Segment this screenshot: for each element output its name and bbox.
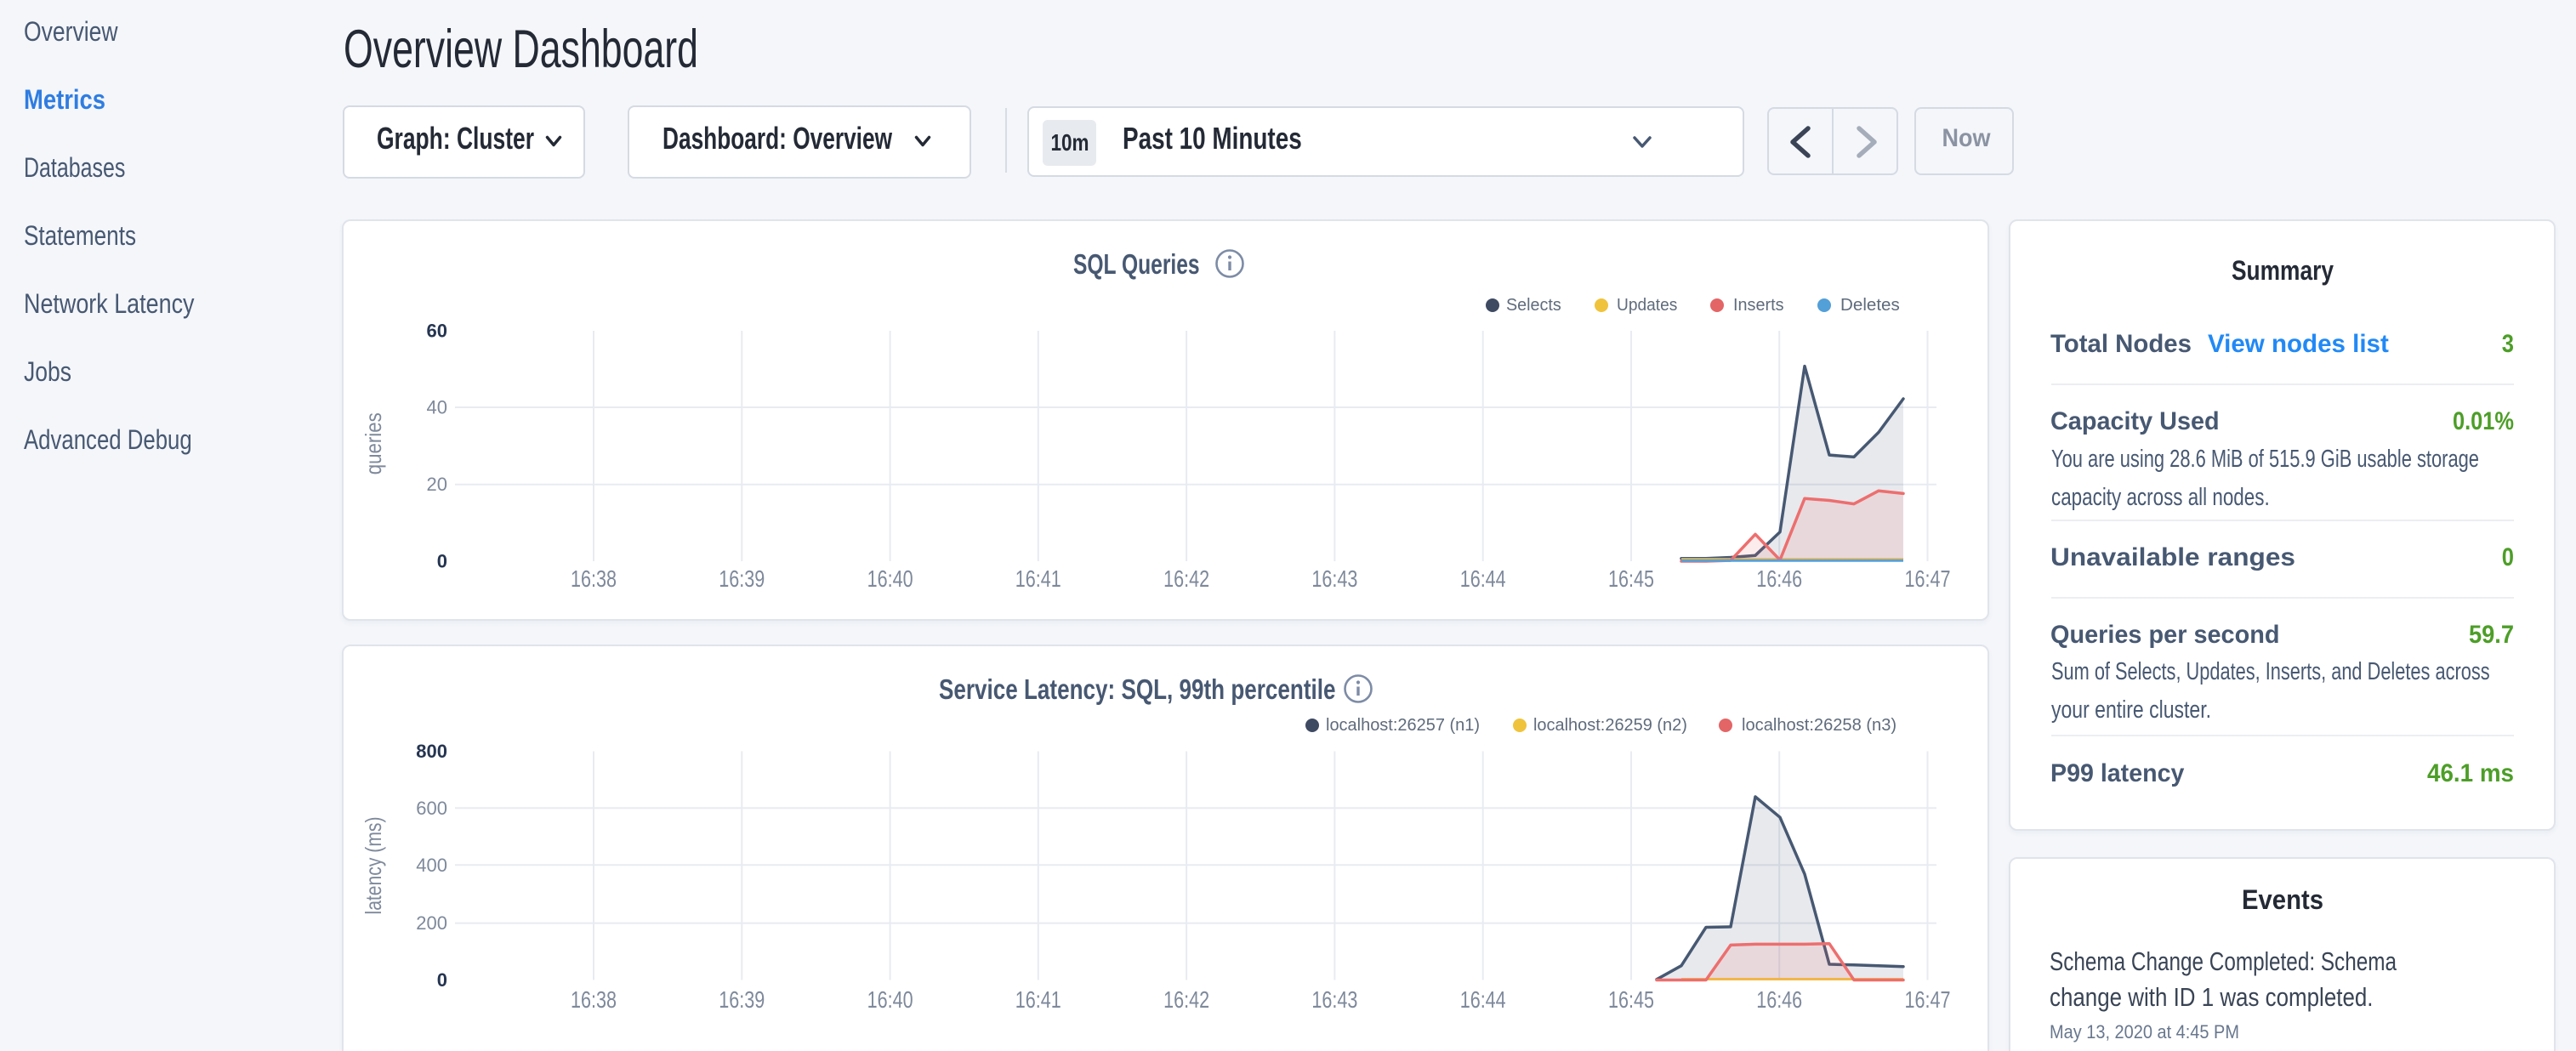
svg-text:16:46: 16:46 (1756, 986, 1802, 1013)
svg-text:16:40: 16:40 (867, 986, 913, 1013)
svg-text:16:39: 16:39 (719, 565, 765, 592)
svg-text:40: 40 (427, 397, 447, 418)
svg-text:16:43: 16:43 (1311, 986, 1357, 1013)
svg-text:16:39: 16:39 (719, 986, 765, 1013)
svg-text:16:47: 16:47 (1905, 986, 1951, 1013)
svg-text:16:42: 16:42 (1163, 565, 1209, 592)
svg-text:20: 20 (427, 474, 447, 495)
svg-text:16:41: 16:41 (1015, 565, 1061, 592)
svg-text:60: 60 (427, 321, 447, 342)
svg-text:16:44: 16:44 (1460, 986, 1506, 1013)
svg-text:queries: queries (361, 412, 386, 474)
svg-text:16:41: 16:41 (1015, 986, 1061, 1013)
svg-text:latency (ms): latency (ms) (361, 817, 386, 915)
svg-text:0: 0 (437, 551, 447, 572)
svg-text:0: 0 (437, 969, 447, 991)
svg-text:16:38: 16:38 (571, 565, 617, 592)
svg-text:200: 200 (416, 912, 447, 934)
svg-text:800: 800 (416, 741, 447, 762)
svg-text:400: 400 (416, 855, 447, 876)
svg-text:16:45: 16:45 (1608, 986, 1654, 1013)
svg-text:16:40: 16:40 (867, 565, 913, 592)
svg-text:16:42: 16:42 (1163, 986, 1209, 1013)
svg-text:16:38: 16:38 (571, 986, 617, 1013)
svg-text:16:43: 16:43 (1311, 565, 1357, 592)
svg-text:600: 600 (416, 798, 447, 819)
